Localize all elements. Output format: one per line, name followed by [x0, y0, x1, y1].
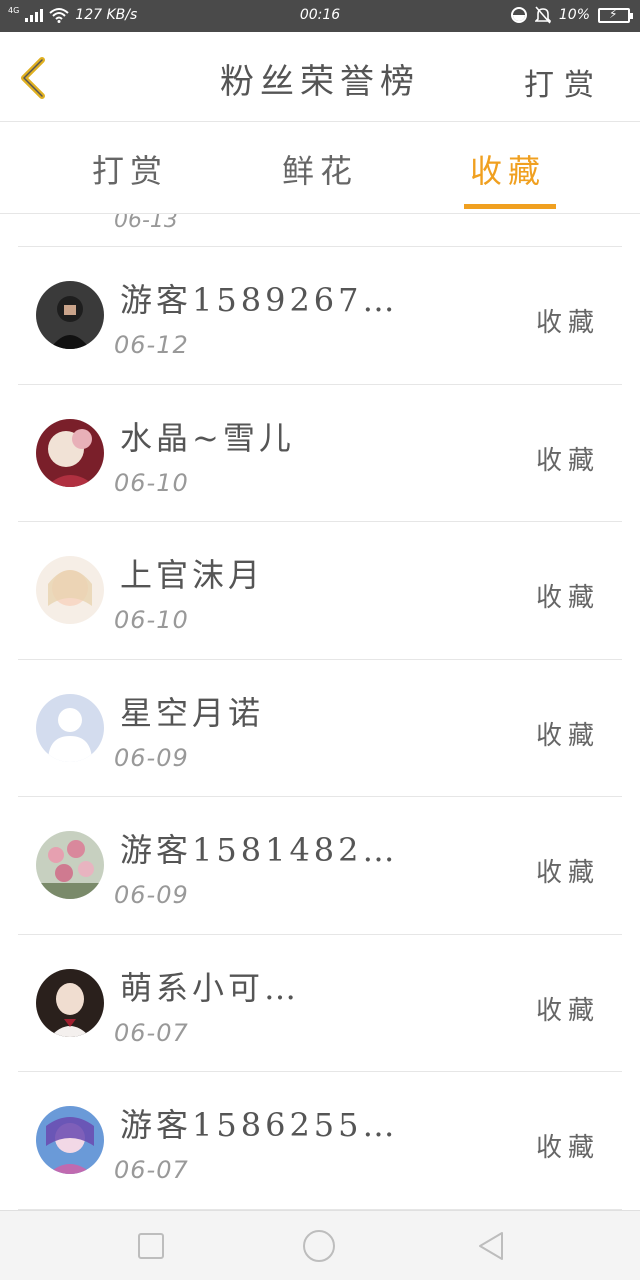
list-item-date: 06-13 [114, 214, 178, 233]
square-icon[interactable] [134, 1229, 168, 1263]
tab-reward[interactable]: 打赏 [92, 146, 168, 192]
list-item-action: 收藏 [535, 308, 600, 338]
list-item-name: 游客1581482… [120, 831, 399, 869]
list-item-name: 星空月诺 [120, 693, 265, 732]
list-item-date: 06-07 [114, 1156, 189, 1184]
fan-list[interactable]: 06-13 游客1589267… 06-12 收藏 水晶~雪儿 06-10 收藏… [18, 214, 622, 1210]
list-item[interactable]: 游客1589267… 06-12 收藏 [18, 247, 622, 385]
list-item-date: 06-09 [114, 881, 189, 909]
list-item-action: 收藏 [535, 1133, 600, 1163]
tab-bar: 打赏 鲜花 收藏 [0, 122, 640, 214]
tab-flowers[interactable]: 鲜花 [282, 146, 358, 192]
status-right: 10% ⚡ [510, 6, 633, 24]
battery-percent: 10% [558, 7, 590, 23]
list-item[interactable]: 水晶~雪儿 06-10 收藏 [18, 385, 622, 522]
reward-button[interactable]: 打赏 [524, 60, 604, 104]
list-item-date: 06-10 [114, 606, 189, 634]
list-item-action: 收藏 [535, 720, 600, 751]
list-item-date: 06-12 [114, 331, 189, 359]
list-item-date: 06-07 [114, 1018, 189, 1047]
circle-icon[interactable] [302, 1229, 336, 1263]
list-item-action: 收藏 [535, 995, 600, 1026]
list-item[interactable]: 星空月诺 06-09 收藏 [18, 660, 622, 797]
status-bar: 4G 127 KB/s 00:16 10% ⚡ [0, 0, 640, 32]
avatar[interactable] [36, 1106, 104, 1174]
list-item[interactable]: 上官沫月 06-10 收藏 [18, 522, 622, 660]
list-item-name: 游客1586255… [120, 1106, 399, 1144]
list-item[interactable]: 游客1586255… 06-07 收藏 [18, 1072, 622, 1210]
app-header: 粉丝荣誉榜 打赏 [0, 32, 640, 122]
data-saver-icon [510, 7, 527, 23]
list-item[interactable]: 游客1581482… 06-09 收藏 [18, 797, 622, 935]
list-item-action: 收藏 [535, 858, 600, 888]
list-item-action: 收藏 [535, 583, 600, 613]
list-item-name: 上官沫月 [120, 556, 265, 594]
list-item-date: 06-10 [114, 468, 189, 497]
list-item-partial: 06-13 [18, 214, 622, 247]
list-item-name: 水晶~雪儿 [120, 418, 295, 457]
list-item-date: 06-09 [114, 743, 189, 772]
list-item[interactable]: 萌系小可… 06-07 收藏 [18, 935, 622, 1072]
avatar[interactable] [36, 968, 104, 1037]
avatar[interactable] [36, 831, 104, 899]
battery-icon: ⚡ [598, 7, 633, 23]
avatar[interactable] [36, 281, 104, 349]
active-tab-indicator [464, 204, 556, 209]
avatar[interactable] [36, 693, 104, 762]
avatar[interactable] [36, 418, 104, 487]
list-item-name: 萌系小可… [120, 968, 301, 1007]
system-nav-bar [0, 1210, 640, 1280]
list-item-action: 收藏 [535, 445, 600, 476]
triangle-back-icon[interactable] [474, 1229, 508, 1263]
tab-favorites[interactable]: 收藏 [470, 146, 546, 192]
avatar[interactable] [36, 556, 104, 624]
list-item-name: 游客1589267… [120, 281, 399, 319]
bell-muted-icon [534, 6, 551, 24]
